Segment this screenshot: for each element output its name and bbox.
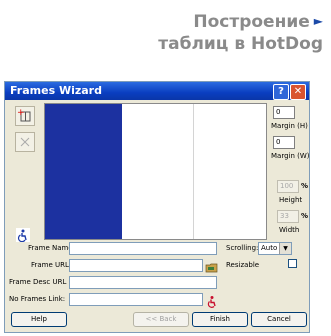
no-frames-input[interactable]: [69, 293, 203, 306]
frames-preview: [44, 103, 267, 240]
width-label: Width: [279, 226, 300, 234]
header-title-line2: таблиц в HotDog: [158, 34, 323, 54]
add-frame-button[interactable]: +: [15, 106, 35, 126]
frame-selected[interactable]: [45, 104, 122, 239]
frame-desc-label: Frame Desc URL: [9, 278, 67, 286]
frame-url-label: Frame URL:: [31, 261, 72, 269]
height-label: Height: [279, 196, 303, 204]
help-titlebar-button[interactable]: ?: [273, 84, 289, 100]
remove-frame-button[interactable]: [15, 132, 35, 152]
accessibility-icon[interactable]: [16, 227, 30, 243]
frame-name-input[interactable]: [69, 242, 217, 255]
scrolling-value: Auto: [261, 244, 278, 252]
finish-button[interactable]: Finish: [192, 312, 248, 327]
add-frame-icon: +: [17, 108, 31, 122]
browse-folder-icon[interactable]: [205, 259, 218, 273]
frame-url-input[interactable]: [69, 259, 203, 272]
resizable-checkbox[interactable]: [288, 259, 297, 268]
height-unit: %: [301, 182, 309, 190]
frame-middle[interactable]: [122, 104, 194, 239]
chevron-down-icon[interactable]: ▼: [279, 243, 291, 254]
scrolling-select[interactable]: Auto ▼: [258, 242, 292, 255]
cancel-button[interactable]: Cancel: [251, 312, 307, 327]
frame-name-label: Frame Name:: [28, 244, 76, 252]
frame-right[interactable]: [194, 104, 266, 239]
frame-desc-input[interactable]: [69, 276, 217, 289]
svg-text:+: +: [17, 108, 25, 118]
remove-frame-icon: [20, 137, 30, 147]
triangle-arrow-icon: ►: [313, 14, 323, 28]
margin-w-input[interactable]: 0: [273, 136, 295, 149]
cancel-button-label: Cancel: [267, 315, 291, 323]
width-unit: %: [301, 212, 309, 220]
margin-w-label: Margin (W): [271, 152, 310, 160]
width-input[interactable]: 33: [277, 210, 299, 223]
back-button-label: << Back: [145, 315, 177, 323]
scrolling-label: Scrolling:: [226, 244, 259, 252]
margin-h-input[interactable]: 0: [273, 106, 295, 119]
finish-button-label: Finish: [210, 315, 230, 323]
no-frames-label: No Frames Link:: [9, 295, 66, 303]
help-button-label: Help: [31, 315, 47, 323]
page-header: Построение ► таблиц в HotDog: [73, 10, 323, 55]
header-title-line1: Построение: [193, 12, 310, 32]
window-titlebar: Frames Wizard ? ✕: [5, 82, 309, 100]
back-button[interactable]: << Back: [133, 312, 189, 327]
height-input[interactable]: 100: [277, 180, 299, 193]
frames-wizard-window: Frames Wizard ? ✕ + 0 Margin (H) 0 Margi…: [4, 81, 310, 333]
help-button[interactable]: Help: [11, 312, 67, 327]
accessibility-link-icon[interactable]: [206, 293, 218, 308]
margin-h-label: Margin (H): [271, 122, 308, 130]
window-title: Frames Wizard: [10, 84, 102, 97]
resizable-label: Resizable: [226, 261, 260, 269]
close-button[interactable]: ✕: [290, 84, 306, 100]
